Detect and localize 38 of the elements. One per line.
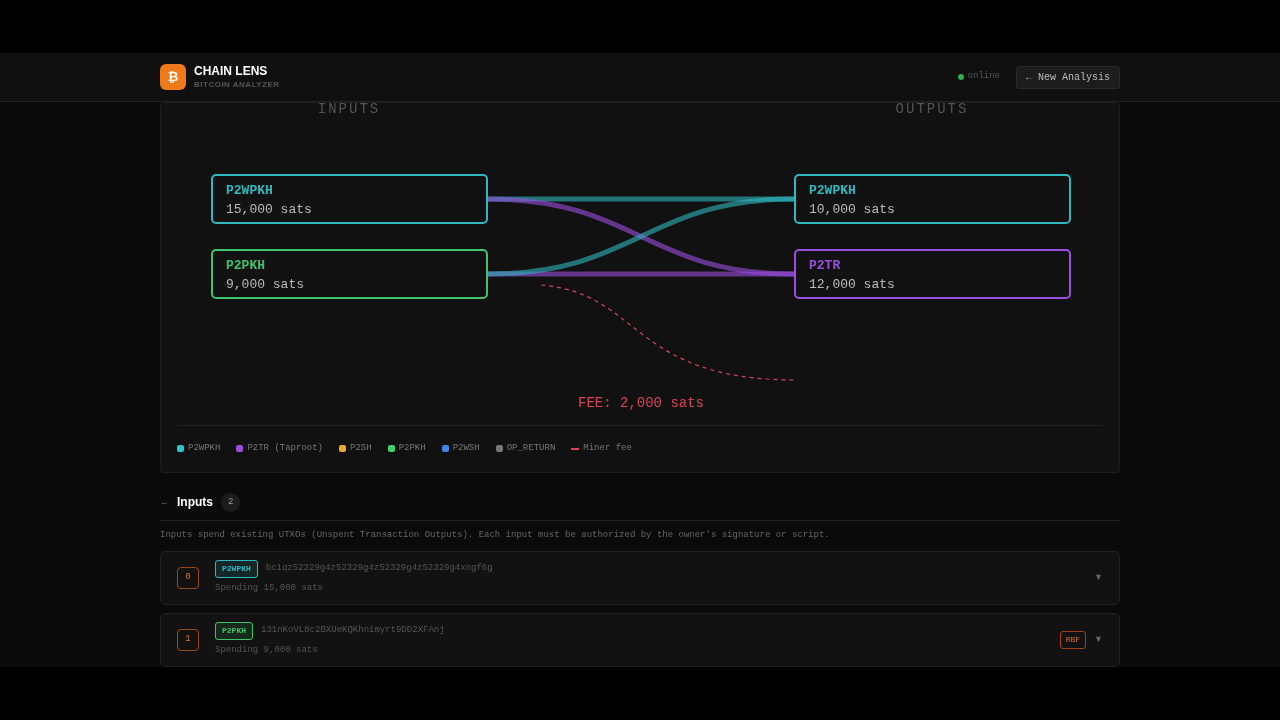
legend-label: P2PKH	[398, 442, 426, 455]
legend-label: OP_RETURN	[506, 442, 556, 455]
amount-label: 12,000 sats	[809, 277, 895, 292]
script-type: P2TR	[809, 258, 841, 273]
script-tag: P2PKH	[215, 621, 253, 640]
input-card[interactable]: 0 P2WPKH bc1qz52329g4z52329g4z52329g4z52329g4xngf6g Spending 15,000 sats ▼	[160, 550, 1120, 605]
script-type: P2WPKH	[226, 183, 273, 198]
script-type: P2WPKH	[809, 183, 856, 198]
column-label: OUTPUTS	[895, 103, 969, 117]
legend-label: P2SH	[350, 442, 372, 455]
app-title: CHAIN LENS	[194, 65, 269, 77]
status-label: online	[967, 70, 1000, 84]
new-analysis-button[interactable]: ← New Analysis	[1016, 65, 1120, 89]
script-type: P2PKH	[226, 258, 265, 273]
script-tag: P2WPKH	[215, 559, 258, 578]
index-badge: 0	[177, 566, 199, 589]
fee-label: FEE: 2,000 sats	[578, 395, 704, 411]
legend-label: P2WPKH	[188, 442, 221, 455]
back-arrow[interactable]: ←	[160, 495, 169, 509]
spending-text: Spending 15,000 sats	[215, 581, 325, 595]
address-text: 131nKoVL8c2BXUeKQKhnimyrt9DD2XFAnj	[261, 624, 445, 637]
count-badge: 2	[221, 492, 241, 512]
legend-label: P2WSH	[452, 442, 480, 455]
amount-label: 15,000 sats	[226, 202, 312, 217]
logo-icon: ₿	[160, 64, 186, 90]
column-label: INPUTS	[317, 103, 381, 117]
description: Inputs spend existing UTXOs (Unspent Transaction Outputs). Each input must be authorized by the owner's signature or script.	[160, 529, 831, 542]
index-badge: 1	[177, 628, 199, 651]
rbf-badge: RBF	[1059, 630, 1087, 649]
spending-text: Spending 9,000 sats	[215, 643, 319, 657]
app-subtitle: BITCOIN ANALYZER	[194, 81, 280, 89]
legend-label: P2TR (Taproot)	[247, 442, 324, 455]
legend-label: Miner fee	[583, 442, 632, 455]
input-card[interactable]: 1 P2PKH 131nKoVL8c2BXUeKQKhnimyrt9DD2XFAnj Spending 9,000 sats RBF ▼	[160, 612, 1120, 667]
address-text: bc1qz52329g4z52329g4z52329g4z52329g4xngf6g	[265, 562, 493, 575]
amount-label: 10,000 sats	[809, 202, 895, 217]
amount-label: 9,000 sats	[226, 277, 304, 292]
section-title: Inputs	[177, 494, 213, 512]
